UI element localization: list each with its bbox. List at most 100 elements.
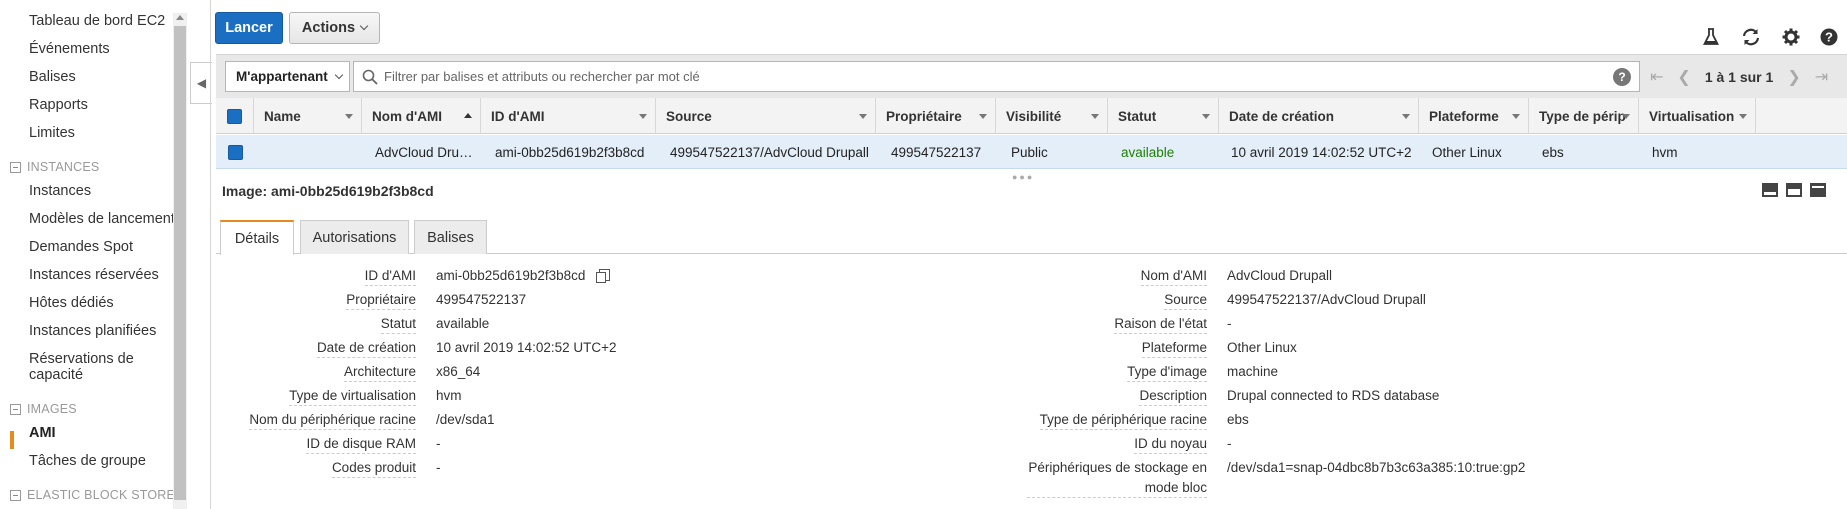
sidebar-section-instances[interactable]: INSTANCES <box>10 160 99 174</box>
actions-dropdown[interactable]: Actions <box>289 12 380 44</box>
table-row[interactable]: AdvCloud Dru… ami-0bb25d619b2f3b8cd 4995… <box>216 135 1847 169</box>
sort-icon <box>1091 114 1099 119</box>
refresh-icon[interactable] <box>1740 26 1762 48</box>
copy-icon[interactable] <box>596 269 611 283</box>
column-header-owner[interactable]: Propriétaire <box>876 98 996 134</box>
sort-icon <box>979 114 987 119</box>
sidebar-item-spot-requests[interactable]: Demandes Spot <box>29 239 133 255</box>
sidebar-item-dedicated-hosts[interactable]: Hôtes dédiés <box>29 295 114 311</box>
cell-owner: 499547522137 <box>891 144 982 160</box>
cell-creation-date: 10 avril 2019 14:02:52 UTC+2 <box>1231 144 1412 160</box>
ami-id-value: ami-0bb25d619b2f3b8cd <box>436 268 586 283</box>
detail-title: Image: ami-0bb25d619b2f3b8cd <box>222 183 434 199</box>
sidebar-item-bundle-tasks[interactable]: Tâches de groupe <box>29 453 146 469</box>
detail-tabs: Détails Autorisations Balises <box>216 220 1847 255</box>
filter-bar: M'appartenant ? ⇤ ❮ 1 à 1 sur 1 ❯ ⇥ <box>216 54 1847 98</box>
sidebar-item-reserved-instances[interactable]: Instances réservées <box>29 267 159 283</box>
detail-value: ami-0bb25d619b2f3b8cd <box>436 268 611 283</box>
detail-value: ebs <box>1227 412 1249 427</box>
collapse-icon <box>10 489 21 501</box>
sidebar: Tableau de bord EC2 Événements Balises R… <box>0 0 188 509</box>
collapse-icon <box>10 161 21 173</box>
sort-icon <box>345 114 353 119</box>
detail-value: x86_64 <box>436 364 481 379</box>
svg-text:?: ? <box>1825 30 1833 45</box>
help-icon[interactable]: ? <box>1818 26 1840 48</box>
chevron-left-icon: ◀ <box>196 76 207 90</box>
scroll-up-icon[interactable] <box>176 15 184 20</box>
select-all-checkbox[interactable] <box>227 108 242 124</box>
collapse-sidebar-button[interactable]: ◀ <box>190 62 212 104</box>
column-header-ami-id[interactable]: ID d'AMI <box>481 98 656 134</box>
prev-page-icon[interactable]: ❮ <box>1677 67 1690 87</box>
sidebar-item-tags[interactable]: Balises <box>29 69 76 85</box>
column-label: ID d'AMI <box>491 108 545 124</box>
row-checkbox-cell[interactable] <box>228 135 243 169</box>
collapse-icon <box>10 403 21 415</box>
tab-details[interactable]: Détails <box>220 220 294 255</box>
detail-key: Nom du périphérique racine <box>249 412 416 430</box>
column-header-ami-name[interactable]: Nom d'AMI <box>362 98 481 134</box>
column-header-virtualization[interactable]: Virtualisation <box>1639 98 1756 134</box>
cell-ami-name: AdvCloud Dru… <box>375 144 473 160</box>
next-page-icon[interactable]: ❯ <box>1787 67 1800 87</box>
column-header-status[interactable]: Statut <box>1108 98 1219 134</box>
cell-visibility: Public <box>1011 144 1048 160</box>
sidebar-item-capacity-reservations[interactable]: Réservations de <box>29 351 134 367</box>
cell-ami-id: ami-0bb25d619b2f3b8cd <box>495 144 645 160</box>
tab-tags[interactable]: Balises <box>414 220 487 254</box>
detail-value: available <box>436 316 490 331</box>
sidebar-item-launch-templates[interactable]: Modèles de lancement <box>29 211 175 227</box>
chevron-down-icon <box>334 70 343 79</box>
sidebar-section-images[interactable]: IMAGES <box>10 402 77 416</box>
resize-handle[interactable]: ●●● <box>1012 172 1034 182</box>
flask-icon[interactable] <box>1700 26 1722 48</box>
search-input[interactable] <box>384 69 1584 84</box>
sidebar-item-capacity-reservations-cont[interactable]: capacité <box>29 367 83 383</box>
sidebar-item-scheduled-instances[interactable]: Instances planifiées <box>29 323 156 339</box>
sidebar-item-ec2-dashboard[interactable]: Tableau de bord EC2 <box>29 13 165 29</box>
column-header-source[interactable]: Source <box>656 98 876 134</box>
column-header-name[interactable]: Name <box>254 98 362 134</box>
sidebar-item-ami[interactable]: AMI <box>29 425 56 441</box>
detail-value: Drupal connected to RDS database <box>1227 388 1440 403</box>
launch-button[interactable]: Lancer <box>215 12 283 44</box>
search-help-icon[interactable]: ? <box>1613 68 1631 86</box>
detail-value: 499547522137/AdvCloud Drupall <box>1227 292 1426 307</box>
column-header-device-type[interactable]: Type de périp <box>1529 98 1639 134</box>
gear-icon[interactable] <box>1780 26 1802 48</box>
scrollbar-thumb[interactable] <box>174 26 186 500</box>
table-header: Name Nom d'AMI ID d'AMI Source Propriéta… <box>216 98 1847 134</box>
last-page-icon[interactable]: ⇥ <box>1815 67 1828 87</box>
sort-icon <box>1622 114 1630 119</box>
column-header-visibility[interactable]: Visibilité <box>996 98 1108 134</box>
tab-permissions[interactable]: Autorisations <box>300 220 409 254</box>
sidebar-item-limits[interactable]: Limites <box>29 125 75 141</box>
chevron-down-icon <box>359 21 369 31</box>
column-label: Plateforme <box>1429 108 1499 124</box>
detail-key: Type de virtualisation <box>289 388 416 406</box>
detail-key: Architecture <box>343 364 416 382</box>
layout-full-icon[interactable] <box>1810 183 1826 197</box>
layout-bottom-icon[interactable] <box>1762 183 1778 197</box>
pagination: ⇤ ❮ 1 à 1 sur 1 ❯ ⇥ <box>1650 55 1828 99</box>
layout-split-icon[interactable] <box>1786 183 1802 197</box>
first-page-icon[interactable]: ⇤ <box>1650 67 1663 87</box>
detail-value: /dev/sda1=snap-04dbc8b7b3c63a385:10:true… <box>1227 460 1526 475</box>
select-all-checkbox-cell[interactable] <box>216 98 254 134</box>
sidebar-item-reports[interactable]: Rapports <box>29 97 88 113</box>
sidebar-item-instances[interactable]: Instances <box>29 183 91 199</box>
column-header-creation-date[interactable]: Date de création <box>1219 98 1419 134</box>
sidebar-scrollbar[interactable] <box>173 13 187 509</box>
sidebar-section-ebs[interactable]: ELASTIC BLOCK STORE <box>10 488 175 502</box>
sort-icon <box>1202 114 1210 119</box>
row-checkbox[interactable] <box>228 144 243 160</box>
column-label: Statut <box>1118 108 1157 124</box>
detail-key: Plateforme <box>1141 340 1207 358</box>
detail-key: ID du noyau <box>1134 436 1207 454</box>
column-header-platform[interactable]: Plateforme <box>1419 98 1529 134</box>
search-box[interactable]: ? <box>353 61 1640 92</box>
cell-status: available <box>1121 144 1175 160</box>
sidebar-item-events[interactable]: Événements <box>29 41 110 57</box>
owner-filter-select[interactable]: M'appartenant <box>225 61 350 92</box>
